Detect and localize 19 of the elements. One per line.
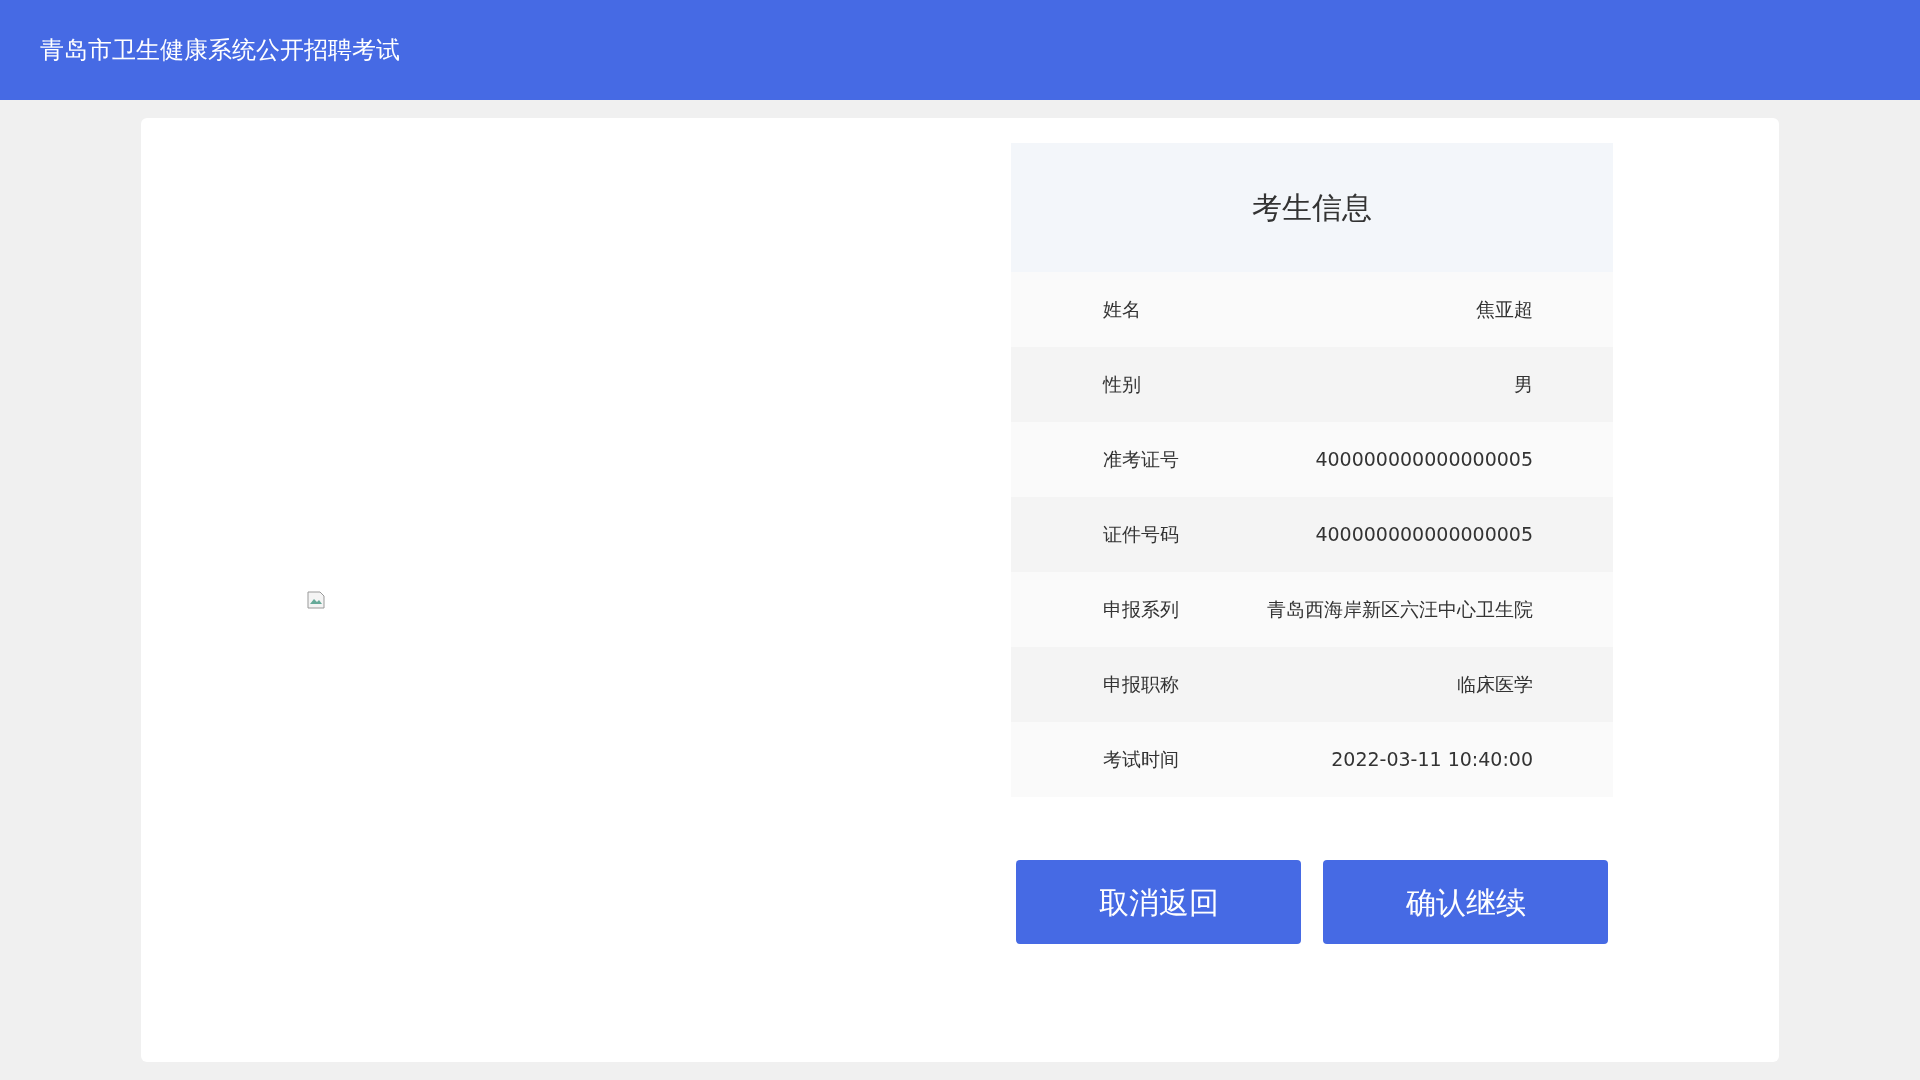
field-value: 焦亚超 bbox=[1476, 297, 1533, 323]
field-label: 申报系列 bbox=[1103, 597, 1179, 623]
field-value: 男 bbox=[1514, 372, 1533, 398]
field-value: 400000000000000005 bbox=[1315, 522, 1533, 548]
page-title: 青岛市卫生健康系统公开招聘考试 bbox=[40, 35, 400, 66]
field-value: 临床医学 bbox=[1457, 672, 1533, 698]
field-label: 申报职称 bbox=[1103, 672, 1179, 698]
field-value: 400000000000000005 bbox=[1315, 447, 1533, 473]
field-value: 2022-03-11 10:40:00 bbox=[1331, 747, 1533, 773]
field-value: 青岛西海岸新区六汪中心卫生院 bbox=[1267, 597, 1533, 623]
field-label: 考试时间 bbox=[1103, 747, 1179, 773]
field-label: 准考证号 bbox=[1103, 447, 1179, 473]
cancel-button[interactable]: 取消返回 bbox=[1016, 860, 1301, 944]
field-label: 性别 bbox=[1103, 372, 1141, 398]
confirm-button[interactable]: 确认继续 bbox=[1323, 860, 1608, 944]
field-label: 姓名 bbox=[1103, 297, 1141, 323]
panel-title: 考生信息 bbox=[1252, 189, 1372, 227]
broken-image-icon bbox=[306, 590, 326, 610]
field-label: 证件号码 bbox=[1103, 522, 1179, 548]
